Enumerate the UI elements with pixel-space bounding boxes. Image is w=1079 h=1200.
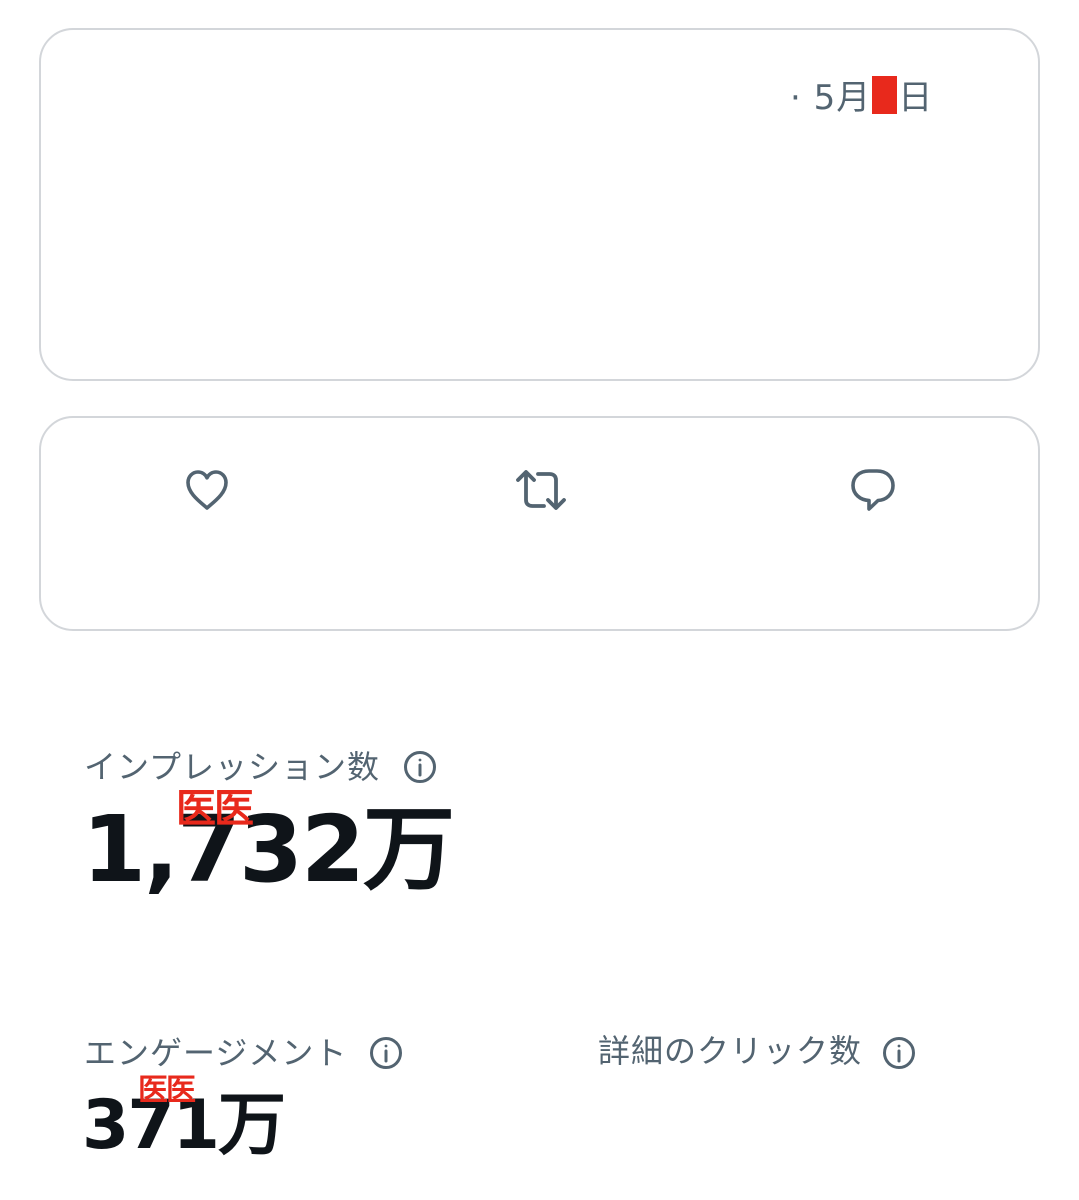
detail-clicks-info-button[interactable]: [881, 1035, 917, 1071]
reply-button[interactable]: [845, 462, 901, 518]
tweet-date: · 5月日: [790, 72, 933, 124]
impressions-stamp: 医医: [176, 785, 254, 832]
engagement-info-button[interactable]: [368, 1035, 404, 1071]
like-button[interactable]: [179, 462, 235, 518]
engagement-stamp: 医医: [138, 1073, 196, 1108]
heart-icon: [186, 470, 228, 510]
engagement-label: エンゲージメント: [84, 1034, 348, 1072]
reply-icon: [851, 469, 895, 511]
retweet-button[interactable]: [513, 462, 569, 518]
retweet-icon: [516, 470, 566, 510]
actions-card: [39, 416, 1040, 631]
impressions-info-button[interactable]: [402, 749, 438, 785]
date-suffix: 日: [898, 78, 934, 118]
info-icon: [404, 751, 436, 783]
info-icon: [883, 1037, 915, 1069]
date-prefix: · 5月: [790, 78, 872, 118]
info-icon: [370, 1037, 402, 1069]
impressions-value: 1,732万: [82, 796, 455, 903]
impressions-label: インプレッション数: [84, 748, 381, 786]
detail-clicks-label: 詳細のクリック数: [598, 1032, 863, 1070]
date-redaction: [872, 76, 898, 114]
